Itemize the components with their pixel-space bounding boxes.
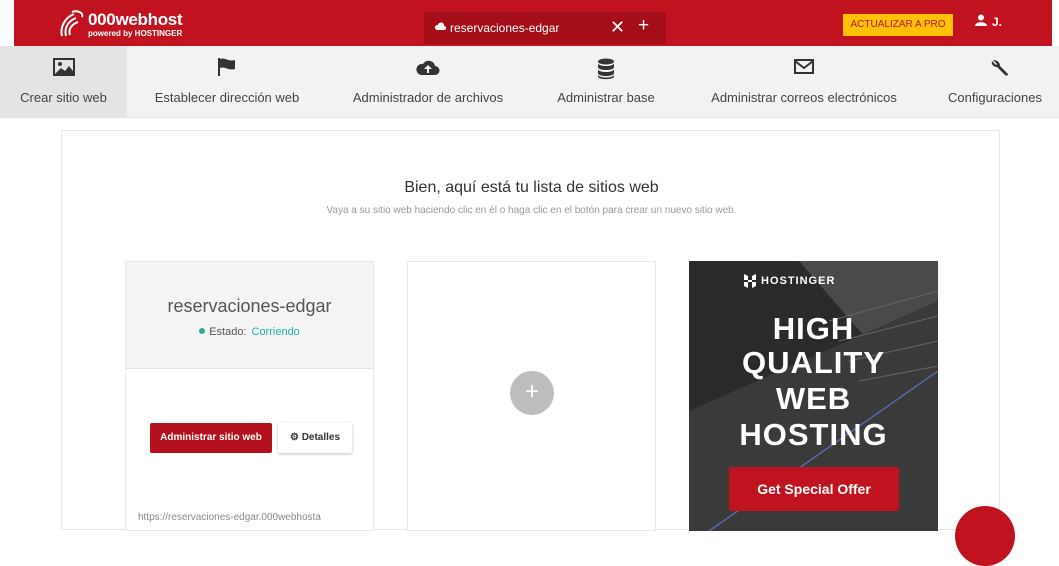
status-label: Estado: [209, 326, 247, 338]
nav-item-manage-database[interactable]: Administrar base [542, 46, 670, 118]
top-bar: 000webhost powered by HOSTINGER reservac… [0, 0, 1059, 46]
nav-label: Administrar base [557, 90, 655, 105]
nav-item-create-site[interactable]: Crear sitio web [0, 46, 127, 118]
nav-item-file-manager[interactable]: Administrador de archivos [342, 46, 514, 118]
site-name[interactable]: reservaciones-edgar [126, 296, 373, 317]
site-card-header: reservaciones-edgar Estado: Corriendo [126, 262, 373, 369]
close-tab-icon[interactable]: ✕ [610, 17, 625, 38]
gear-icon: ⚙ [289, 432, 299, 443]
brand-logo[interactable]: 000webhost powered by HOSTINGER [58, 8, 218, 40]
get-special-offer-button[interactable]: Get Special Offer [729, 467, 899, 511]
image-icon [52, 58, 75, 76]
add-site-icon[interactable]: + [638, 15, 649, 37]
brand-name: 000webhost [88, 10, 183, 29]
hostinger-ad-banner[interactable]: HOSTINGER HIGH QUALITY WEB HOSTING Get S… [689, 261, 938, 531]
site-card[interactable]: reservaciones-edgar Estado: Corriendo Adm… [125, 261, 374, 531]
user-icon [975, 14, 987, 26]
ad-headline-line: HIGH [772, 311, 855, 346]
brand-subtitle: powered by HOSTINGER [88, 29, 183, 38]
user-name: J. [992, 15, 1003, 29]
ad-headline-line: HOSTING [739, 417, 888, 452]
envelope-icon [794, 59, 814, 74]
upgrade-pro-button[interactable]: ACTUALIZAR A PRO [843, 14, 953, 36]
details-button[interactable]: ⚙ Detalles [278, 423, 352, 453]
site-tab-name: reservaciones-edgar [450, 21, 560, 35]
cloud-upload-icon [416, 60, 440, 75]
ad-brand-name: HOSTINGER [761, 275, 836, 287]
ad-headline-line: QUALITY [741, 345, 886, 380]
ad-headline-line: WEB [775, 381, 852, 416]
site-status: Estado: Corriendo [126, 326, 373, 338]
hostinger-logo-icon [744, 274, 756, 288]
site-selector-tab[interactable]: reservaciones-edgar ✕ + [424, 12, 666, 44]
page-title: Bien, aquí está tu lista de sitios web [404, 179, 659, 196]
nav-label: Crear sitio web [20, 90, 107, 105]
site-url-link[interactable]: https://reservaciones-edgar.000webhosta [138, 512, 368, 523]
nav-label: Establecer dirección web [154, 90, 300, 105]
nav-label: Configuraciones [948, 90, 1042, 105]
main-nav: Crear sitio web Establecer dirección web… [0, 46, 1059, 118]
nav-item-settings[interactable]: Configuraciones [940, 46, 1059, 118]
add-site-card[interactable]: + [407, 261, 656, 531]
nav-label: Administrar correos electrónicos [711, 90, 897, 105]
chat-widget-button[interactable] [955, 506, 1015, 566]
add-site-plus-icon[interactable]: + [510, 371, 554, 415]
cloud-icon [434, 22, 446, 30]
status-value: Corriendo [251, 326, 300, 338]
page-subtitle: Vaya a su sitio web haciendo clic en él … [326, 205, 737, 216]
database-icon [598, 58, 614, 80]
details-label: Detalles [301, 432, 341, 443]
ad-brand: HOSTINGER [744, 274, 836, 288]
flag-icon [218, 58, 235, 76]
status-dot-icon [199, 328, 206, 334]
wrench-icon [991, 60, 1008, 76]
nav-item-set-address[interactable]: Establecer dirección web [141, 46, 313, 118]
nav-label: Administrador de archivos [352, 90, 504, 105]
nav-item-manage-email[interactable]: Administrar correos electrónicos [698, 46, 910, 118]
swirl-logo-icon [60, 10, 84, 37]
manage-site-button[interactable]: Administrar sitio web [150, 423, 272, 453]
